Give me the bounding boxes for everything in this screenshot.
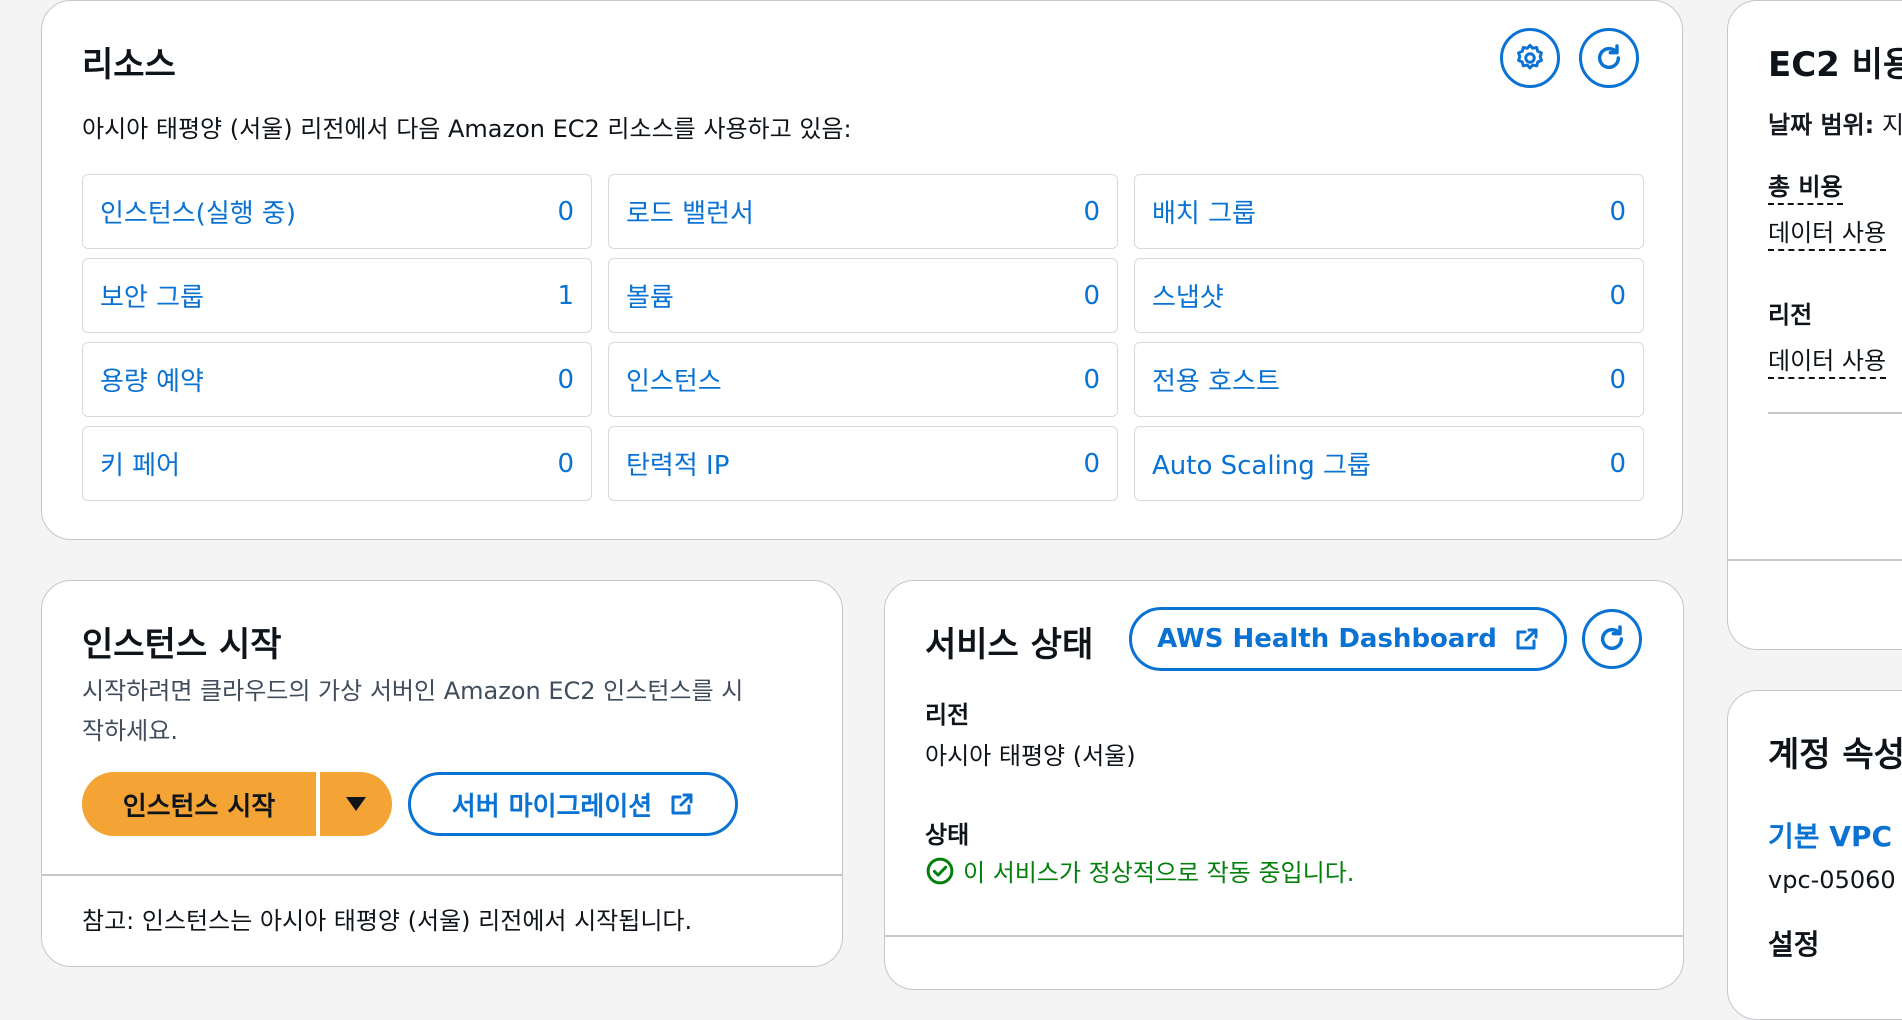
- launch-instance-button[interactable]: 인스턴스 시작: [82, 772, 316, 836]
- resource-label: 보안 그룹: [100, 283, 204, 313]
- resource-label: 용량 예약: [100, 367, 204, 397]
- resource-count: 0: [1609, 280, 1626, 311]
- health-region-value: 아시아 태평양 (서울): [925, 742, 1136, 770]
- service-health-panel: 서비스 상태 AWS Health Dashboard 리전 아시아 태평양 (…: [884, 580, 1684, 990]
- launch-divider: [42, 874, 842, 876]
- cost-date-range-label: 날짜 범위:: [1768, 111, 1875, 139]
- resource-count: 0: [1083, 196, 1100, 227]
- resource-snapshots[interactable]: 스냅샷 0: [1134, 258, 1644, 333]
- health-title: 서비스 상태: [925, 625, 1094, 665]
- resource-count: 0: [1609, 364, 1626, 395]
- resource-elastic-ips[interactable]: 탄력적 IP 0: [608, 426, 1118, 501]
- external-link-icon: [1516, 628, 1538, 650]
- resource-count: 0: [557, 448, 574, 479]
- cost-divider-bottom: [1728, 559, 1902, 561]
- resource-security-groups[interactable]: 보안 그룹 1: [82, 258, 592, 333]
- cost-total-value: 데이터 사용: [1768, 213, 1887, 251]
- cost-title: EC2 비용: [1768, 45, 1902, 85]
- resource-label: Auto Scaling 그룹: [1152, 451, 1371, 481]
- resource-auto-scaling-groups[interactable]: Auto Scaling 그룹 0: [1134, 426, 1644, 501]
- cost-total-value-text: 데이터 사용: [1768, 219, 1887, 251]
- launch-instance-panel: 인스턴스 시작 시작하려면 클라우드의 가상 서버인 Amazon EC2 인스…: [41, 580, 843, 967]
- server-migration-label: 서버 마이그레이션: [451, 791, 653, 822]
- aws-health-dashboard-label: AWS Health Dashboard: [1157, 624, 1497, 654]
- resource-count: 0: [1609, 448, 1626, 479]
- cost-region-value: 데이터 사용: [1768, 341, 1887, 379]
- caret-down-icon: [346, 797, 366, 811]
- health-region-label: 리전: [925, 701, 970, 729]
- resource-count: 0: [557, 196, 574, 227]
- resource-capacity-reservations[interactable]: 용량 예약 0: [82, 342, 592, 417]
- resource-count: 1: [557, 280, 574, 311]
- resource-label: 로드 밸런서: [626, 199, 754, 229]
- health-divider: [885, 935, 1683, 937]
- resource-key-pairs[interactable]: 키 페어 0: [82, 426, 592, 501]
- settings-button[interactable]: [1500, 28, 1560, 88]
- server-migration-button[interactable]: 서버 마이그레이션: [408, 772, 738, 836]
- resources-panel: 리소스 아시아 태평양 (서울) 리전에서 다음 Amazon EC2 리소스를…: [41, 0, 1683, 540]
- cost-region-label: 리전: [1768, 301, 1813, 329]
- health-status-label: 상태: [925, 821, 970, 849]
- default-vpc-link[interactable]: 기본 VPC: [1768, 815, 1892, 855]
- cost-date-range-value: 지: [1881, 111, 1902, 139]
- cost-region-value-text: 데이터 사용: [1768, 347, 1887, 379]
- launch-title: 인스턴스 시작: [82, 625, 282, 665]
- cost-date-range: 날짜 범위: 지: [1768, 105, 1902, 140]
- external-link-icon: [671, 793, 693, 815]
- health-status: 이 서비스가 정상적으로 작동 중입니다.: [925, 853, 1354, 888]
- resource-count: 0: [1083, 448, 1100, 479]
- refresh-health-button[interactable]: [1582, 609, 1642, 669]
- cost-total-label-text: 총 비용: [1768, 173, 1843, 205]
- resource-volumes[interactable]: 볼륨 0: [608, 258, 1118, 333]
- refresh-icon: [1597, 44, 1621, 70]
- resource-count: 0: [557, 364, 574, 395]
- check-circle-icon: [926, 857, 954, 884]
- account-attributes-panel: 계정 속성 기본 VPC vpc-05060 설정: [1727, 690, 1902, 1020]
- launch-note: 참고: 인스턴스는 아시아 태평양 (서울) 리전에서 시작됩니다.: [82, 907, 693, 935]
- resource-count: 0: [1609, 196, 1626, 227]
- resource-label: 스냅샷: [1152, 283, 1224, 313]
- resource-label: 배치 그룹: [1152, 199, 1256, 229]
- default-vpc-value: vpc-05060: [1768, 866, 1896, 894]
- resource-label: 볼륨: [626, 283, 674, 313]
- launch-dropdown-button[interactable]: [320, 772, 392, 836]
- refresh-resources-button[interactable]: [1579, 28, 1639, 88]
- settings-label: 설정: [1768, 928, 1820, 961]
- resource-label: 탄력적 IP: [626, 451, 730, 481]
- cost-divider-top: [1768, 412, 1902, 414]
- resource-count: 0: [1083, 364, 1100, 395]
- resource-instances[interactable]: 인스턴스 0: [608, 342, 1118, 417]
- resource-label: 인스턴스(실행 중): [100, 199, 296, 229]
- health-status-value: 이 서비스가 정상적으로 작동 중입니다.: [963, 859, 1355, 887]
- resource-running-instances[interactable]: 인스턴스(실행 중) 0: [82, 174, 592, 249]
- launch-description-line1: 시작하려면 클라우드의 가상 서버인 Amazon EC2 인스턴스를 시: [82, 677, 744, 705]
- account-title: 계정 속성: [1768, 735, 1902, 775]
- ec2-cost-panel: EC2 비용 날짜 범위: 지 총 비용 데이터 사용 리전 데이터 사용: [1727, 0, 1902, 650]
- resource-dedicated-hosts[interactable]: 전용 호스트 0: [1134, 342, 1644, 417]
- resource-label: 키 페어: [100, 451, 181, 481]
- resource-placement-groups[interactable]: 배치 그룹 0: [1134, 174, 1644, 249]
- launch-instance-label: 인스턴스 시작: [122, 791, 276, 822]
- resource-label: 전용 호스트: [1152, 367, 1280, 397]
- cost-total-label: 총 비용: [1768, 167, 1843, 205]
- refresh-icon: [1600, 625, 1624, 651]
- gear-icon: [1517, 43, 1543, 70]
- resources-description: 아시아 태평양 (서울) 리전에서 다음 Amazon EC2 리소스를 사용하…: [82, 115, 852, 143]
- resource-label: 인스턴스: [626, 367, 722, 397]
- aws-health-dashboard-button[interactable]: AWS Health Dashboard: [1129, 607, 1567, 671]
- resource-count: 0: [1083, 280, 1100, 311]
- launch-description-line2: 작하세요.: [82, 717, 178, 745]
- resource-load-balancers[interactable]: 로드 밸런서 0: [608, 174, 1118, 249]
- resources-title: 리소스: [82, 45, 176, 85]
